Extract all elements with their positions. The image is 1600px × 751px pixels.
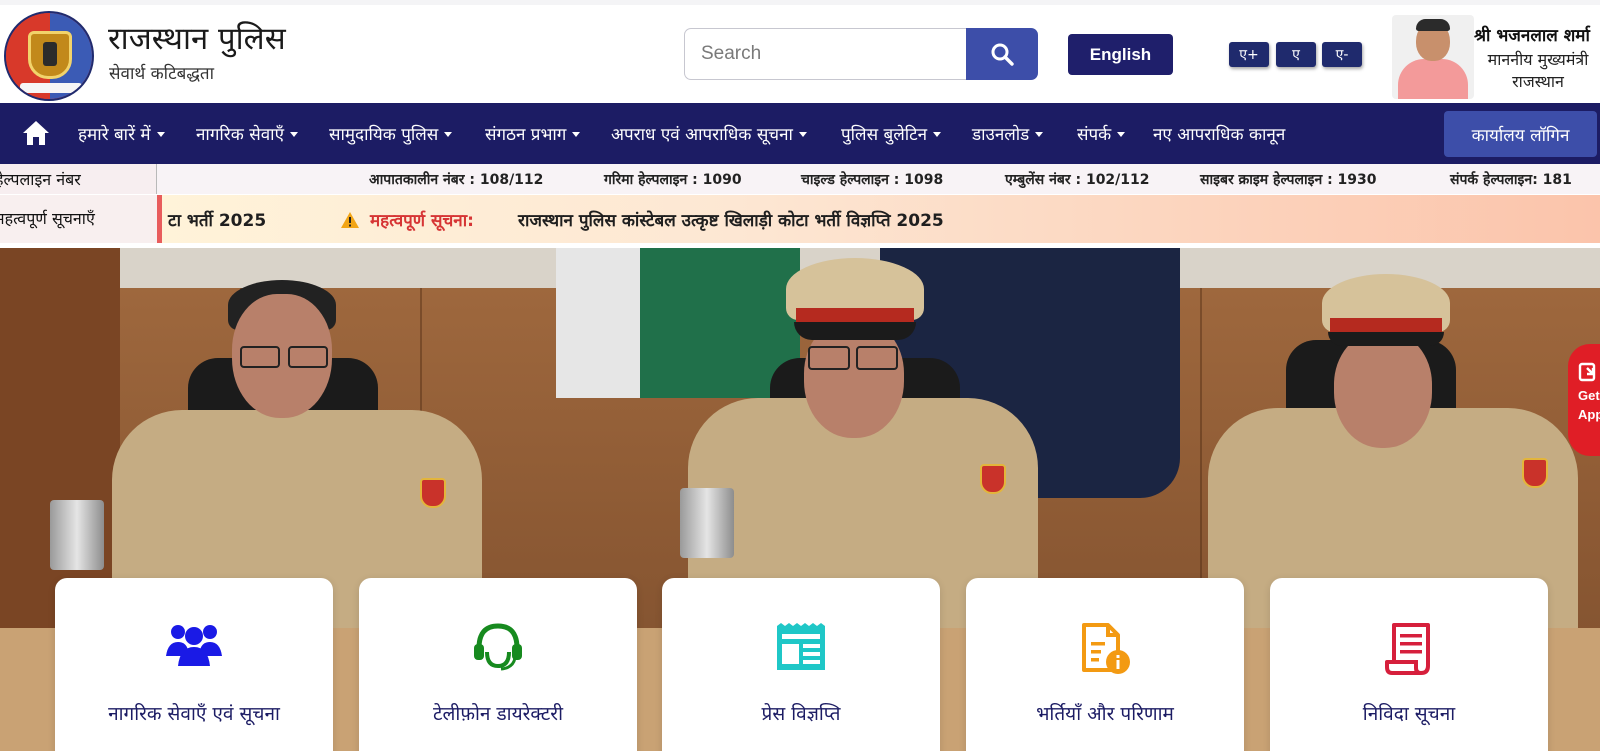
card-press-release[interactable]: प्रेस विज्ञप्ति xyxy=(662,578,940,751)
notice-prefix: महत्वपूर्ण सूचना: xyxy=(370,211,474,231)
helpline-garima[interactable]: गरिमा हेल्पलाइन : 1090 xyxy=(604,170,742,189)
notice-label: महत्वपूर्ण सूचनाएँ xyxy=(0,195,157,243)
helpline-bar: हेल्पलाइन नंबर आपातकालीन नंबर : 108/112 … xyxy=(0,164,1600,194)
nav-item-citizen-services[interactable]: नागरिक सेवाएँ xyxy=(196,122,298,145)
language-toggle-button[interactable]: English xyxy=(1068,34,1173,75)
nav-item-organisation[interactable]: संगठन प्रभाग xyxy=(485,122,581,145)
chief-minister-photo xyxy=(1392,15,1474,99)
nav-item-community-police[interactable]: सामुदायिक पुलिस xyxy=(329,122,453,145)
helpline-emergency[interactable]: आपातकालीन नंबर : 108/112 xyxy=(369,170,543,189)
nav-item-new-criminal-laws[interactable]: नए आपराधिक कानून xyxy=(1153,122,1285,145)
font-decrease-button[interactable]: ए- xyxy=(1322,42,1362,67)
flag-image xyxy=(556,248,800,398)
nav-item-about[interactable]: हमारे बारें में xyxy=(78,122,165,145)
notice-previous-text[interactable]: टा भर्ती 2025 xyxy=(168,208,266,231)
notice-ticker[interactable]: टा भर्ती 2025 महत्वपूर्ण सूचना: राजस्थान… xyxy=(157,195,1600,243)
nav-item-crime-info[interactable]: अपराध एवं आपराधिक सूचना xyxy=(611,122,807,145)
users-group-icon xyxy=(166,625,222,666)
card-label: निविदा सूचना xyxy=(1362,703,1456,725)
chevron-down-icon xyxy=(444,132,453,137)
notice-link[interactable]: राजस्थान पुलिस कांस्टेबल उत्कृष्ट खिलाड़… xyxy=(518,208,944,231)
office-login-button[interactable]: कार्यालय लॉगिन xyxy=(1444,111,1597,157)
search-button[interactable] xyxy=(966,28,1038,80)
card-telephone-directory[interactable]: टेलीफ़ोन डायरेक्टरी xyxy=(359,578,637,751)
chevron-down-icon xyxy=(1117,132,1126,137)
chief-minister-state: राजस्थान xyxy=(1512,72,1564,91)
card-label: भर्तियाँ और परिणाम xyxy=(1036,703,1174,725)
site-title[interactable]: राजस्थान पुलिस xyxy=(108,17,286,59)
chevron-down-icon xyxy=(572,132,581,137)
font-normal-button[interactable]: ए xyxy=(1276,42,1316,67)
chevron-down-icon xyxy=(289,132,298,137)
scroll-document-icon xyxy=(1385,623,1430,675)
helpline-sampark[interactable]: संपर्क हेल्पलाइन: 181 xyxy=(1450,170,1572,189)
card-label: टेलीफ़ोन डायरेक्टरी xyxy=(432,703,564,725)
document-info-icon xyxy=(1082,623,1130,674)
rajasthan-police-logo[interactable] xyxy=(4,11,94,101)
notice-bar: महत्वपूर्ण सूचनाएँ टा भर्ती 2025 महत्वपू… xyxy=(0,195,1600,243)
card-citizen-services[interactable]: नागरिक सेवाएँ एवं सूचना xyxy=(55,578,333,751)
chevron-down-icon xyxy=(156,132,165,137)
home-icon[interactable] xyxy=(22,120,50,146)
main-navigation: हमारे बारें में नागरिक सेवाएँ सामुदायिक … xyxy=(0,103,1600,164)
app-download-icon xyxy=(1578,362,1596,382)
chevron-down-icon xyxy=(1035,132,1044,137)
card-label: नागरिक सेवाएँ एवं सूचना xyxy=(108,703,280,725)
helpline-ambulance[interactable]: एम्बुलेंस नंबर : 102/112 xyxy=(1005,170,1150,189)
get-app-button[interactable]: Get App xyxy=(1568,344,1600,456)
card-tender-notice[interactable]: निविदा सूचना xyxy=(1270,578,1548,751)
card-recruitment-results[interactable]: भर्तियाँ और परिणाम xyxy=(966,578,1244,751)
warning-icon xyxy=(341,212,359,228)
nav-item-downloads[interactable]: डाउनलोड xyxy=(972,122,1044,145)
site-header: राजस्थान पुलिस सेवार्थ कटिबद्धता English… xyxy=(0,5,1600,103)
headset-icon xyxy=(474,623,522,671)
chevron-down-icon xyxy=(933,132,942,137)
chevron-down-icon xyxy=(798,132,807,137)
nav-item-contact[interactable]: संपर्क xyxy=(1077,122,1126,145)
search-icon xyxy=(991,43,1014,66)
helpline-label: हेल्पलाइन नंबर xyxy=(0,164,157,194)
nav-item-police-bulletin[interactable]: पुलिस बुलेटिन xyxy=(841,122,942,145)
search-input[interactable] xyxy=(684,28,966,80)
helpline-child[interactable]: चाइल्ड हेल्पलाइन : 1098 xyxy=(801,170,943,189)
helpline-cyber-crime[interactable]: साइबर क्राइम हेल्पलाइन : 1930 xyxy=(1200,170,1377,189)
chief-minister-role: माननीय मुख्यमंत्री xyxy=(1487,50,1589,69)
font-increase-button[interactable]: ए+ xyxy=(1229,42,1269,67)
chief-minister-name: श्री भजनलाल शर्मा xyxy=(1474,26,1590,46)
newspaper-icon xyxy=(777,623,825,670)
card-label: प्रेस विज्ञप्ति xyxy=(761,703,841,725)
site-tagline: सेवार्थ कटिबद्धता xyxy=(109,64,215,84)
